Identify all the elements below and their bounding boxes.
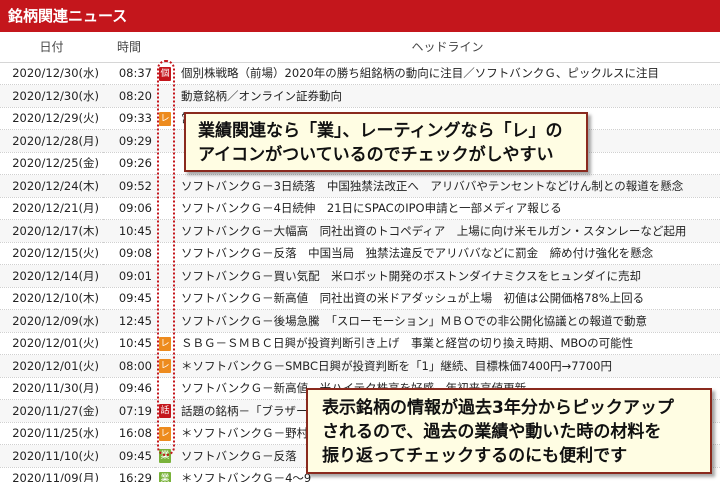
table-row[interactable]: 2020/12/09(水) 12:45 ソフトバンクＧ－後場急騰 「スローモーション… [0,309,720,333]
table-header-row: 日付 時間 ヘッドライン [0,32,720,63]
news-time: 09:45 [103,444,155,468]
news-time: 08:37 [103,62,155,85]
table-row[interactable]: 2020/12/15(火) 09:08 ソフトバンクＧ－反落 中国当局 独禁法違反で… [0,242,720,265]
callout-text: アイコンがついているのでチェックがしやすい [198,145,554,165]
news-time: 09:26 [103,152,155,175]
news-time: 08:20 [103,84,155,108]
page-title: 銘柄関連ニュース [0,0,720,32]
news-time: 09:08 [103,242,155,265]
news-date: 2020/12/10(木) [0,287,103,310]
news-date: 2020/12/28(月) [0,129,103,153]
news-date: 2020/11/09(月) [0,467,103,482]
news-date: 2020/12/15(火) [0,242,103,265]
table-row[interactable]: 2020/12/01(火) 10:45 レ ＳＢＧ－ＳＭＢＣ日興が投資判断引き上げ 事… [0,332,720,355]
news-date: 2020/12/30(水) [0,62,103,85]
news-date: 2020/12/01(火) [0,354,103,378]
news-time: 09:45 [103,287,155,310]
news-date: 2020/12/21(月) [0,197,103,220]
callout-text: 表示銘柄の情報が過去3年分からピックアップ [322,398,674,418]
news-time: 09:06 [103,197,155,220]
callout-text: 振り返ってチェックするのにも便利です [322,446,628,466]
table-row[interactable]: 2020/12/30(水) 08:20 動意銘柄／オンライン証券動向 [0,84,720,108]
table-row[interactable]: 2020/12/17(木) 10:45 ソフトバンクＧ－大幅高 同社出資のトコペディ… [0,219,720,243]
table-row[interactable]: 2020/12/10(木) 09:45 ソフトバンクＧ－新高値 同社出資の米ドアダッ… [0,287,720,310]
news-headline-link[interactable]: ソフトバンクＧ－大幅高 同社出資のトコペディア 上場に向け米モルガン・スタンレー… [175,219,720,243]
table-row[interactable]: 2020/12/24(木) 09:52 ソフトバンクＧ－3日続落 中国独禁法改正へ … [0,174,720,198]
news-headline-link[interactable]: ソフトバンクＧ－買い気配 米ロボット開発のボストンダイナミクスをヒュンダイに売却 [175,264,720,288]
table-row[interactable]: 2020/12/14(月) 09:01 ソフトバンクＧ－買い気配 米ロボット開発のボ… [0,264,720,288]
news-headline-link[interactable]: 動意銘柄／オンライン証券動向 [175,84,720,108]
news-headline-link[interactable]: ソフトバンクＧ－3日続落 中国独禁法改正へ アリババやテンセントなどけん制との報… [175,174,720,198]
column-header-date[interactable]: 日付 [0,32,103,63]
news-category-cell: 業 [155,467,175,482]
news-headline-link[interactable]: ソフトバンクＧ－新高値 同社出資の米ドアダッシュが上場 初値は公開価格78%上回… [175,287,720,310]
news-time: 12:45 [103,309,155,333]
table-row[interactable]: 2020/12/30(水) 08:37 個個別株戦略（前場）2020年の勝ち組銘柄の… [0,62,720,85]
column-header-headline: ヘッドライン [175,32,720,63]
news-time: 07:19 [103,399,155,423]
callout-text: されるので、過去の業績や動いた時の材料を [322,422,662,442]
callout-text: 業績関連なら「業」、レーティングなら「レ」の [198,121,563,141]
news-headline-link[interactable]: ＳＢＧ－ＳＭＢＣ日興が投資判断引き上げ 事業と経営の切り換え時期、MBOの可能性 [175,332,720,355]
news-date: 2020/12/30(水) [0,84,103,108]
news-headline-link[interactable]: ソフトバンクＧ－後場急騰 「スローモーション」ＭＢＯでの非公開化協議との報道で動… [175,309,720,333]
category-badge-icon: 業 [159,471,171,482]
news-time: 09:52 [103,174,155,198]
news-date: 2020/11/30(月) [0,377,103,400]
news-date: 2020/12/17(木) [0,219,103,243]
news-time: 09:33 [103,107,155,130]
news-date: 2020/12/29(火) [0,107,103,130]
news-date: 2020/12/25(金) [0,152,103,175]
news-date: 2020/12/01(火) [0,332,103,355]
news-date: 2020/12/09(水) [0,309,103,333]
news-time: 10:45 [103,332,155,355]
news-date: 2020/12/14(月) [0,264,103,288]
news-time: 16:08 [103,422,155,445]
callout-icons-tip: 業績関連なら「業」、レーティングなら「レ」の アイコンがついているのでチェックが… [184,112,588,172]
table-row[interactable]: 2020/12/21(月) 09:06 ソフトバンクＧ－4日続伸 21日にSPACの… [0,197,720,220]
news-date: 2020/11/10(火) [0,444,103,468]
news-time: 16:29 [103,467,155,482]
news-date: 2020/12/24(木) [0,174,103,198]
news-headline-link[interactable]: ソフトバンクＧ－反落 中国当局 独禁法違反でアリババなどに罰金 締め付け強化を懸… [175,242,720,265]
news-date: 2020/11/27(金) [0,399,103,423]
column-header-time[interactable]: 時間 [103,32,155,63]
news-time: 09:29 [103,129,155,153]
news-time: 10:45 [103,219,155,243]
icon-column-highlight [157,60,175,456]
news-headline-link[interactable]: 個別株戦略（前場）2020年の勝ち組銘柄の動向に注目／ソフトバンクＧ、ピックルス… [175,62,720,85]
news-time: 08:00 [103,354,155,378]
column-header-icon [155,32,175,63]
news-time: 09:01 [103,264,155,288]
news-date: 2020/11/25(水) [0,422,103,445]
table-row[interactable]: 2020/12/01(火) 08:00 レ＊ソフトバンクＧ－SMBC日興が投資判断を… [0,354,720,378]
news-headline-link[interactable]: ＊ソフトバンクＧ－SMBC日興が投資判断を「1」継続、目標株価7400円→770… [175,354,720,378]
callout-history-tip: 表示銘柄の情報が過去3年分からピックアップ されるので、過去の業績や動いた時の材… [306,388,712,474]
news-time: 09:46 [103,377,155,400]
news-headline-link[interactable]: ソフトバンクＧ－4日続伸 21日にSPACのIPO申請と一部メディア報じる [175,197,720,220]
